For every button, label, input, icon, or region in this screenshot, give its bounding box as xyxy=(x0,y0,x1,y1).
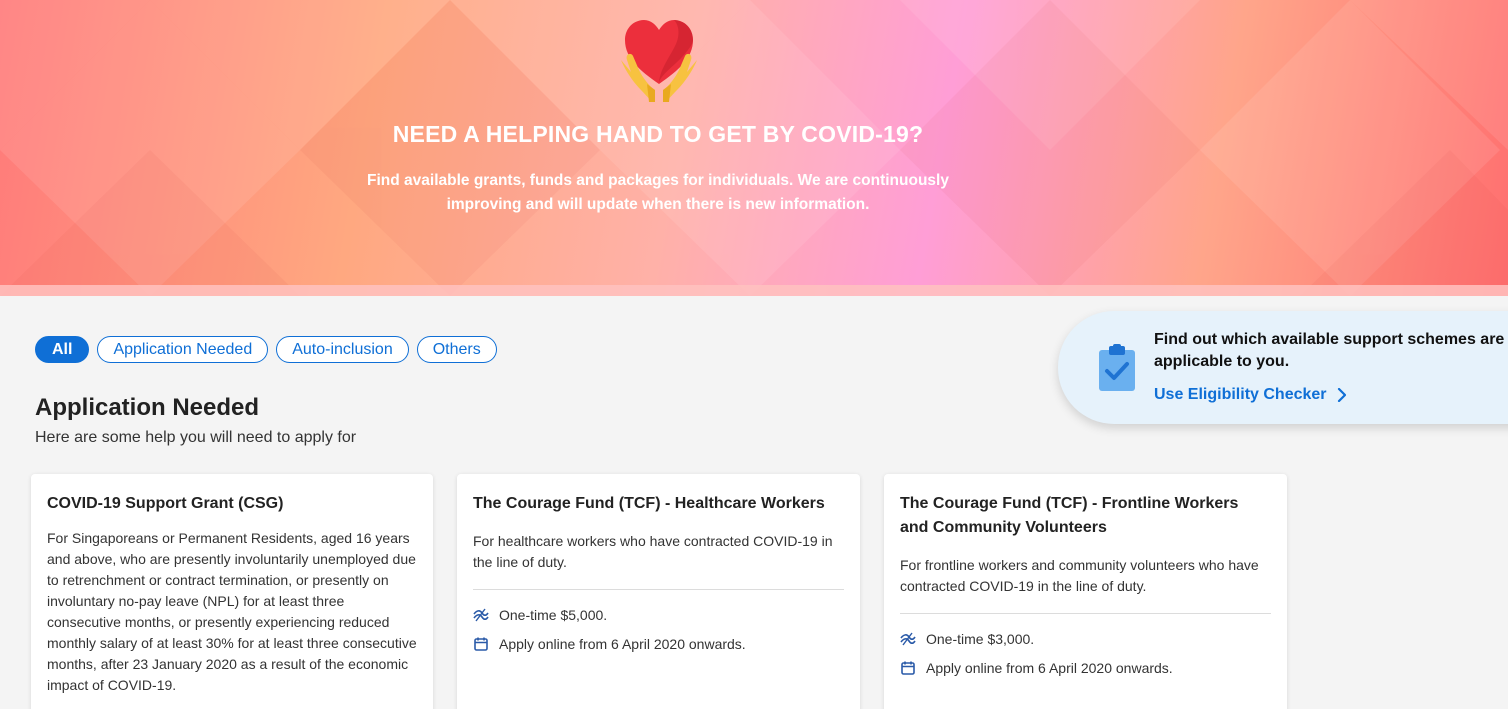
clipboard-check-icon xyxy=(1099,344,1135,391)
card-apply-row: Apply online from 6 April 2020 onwards. xyxy=(473,629,844,658)
card-description: For healthcare workers who have contract… xyxy=(473,533,833,570)
eligibility-text: Find out which available support schemes… xyxy=(1154,331,1505,370)
section-subtitle: Here are some help you will need to appl… xyxy=(35,429,357,446)
eligibility-link-label: Use Eligibility Checker xyxy=(1154,386,1327,403)
card-apply-row: Apply online from 6 April 2020 onwards. xyxy=(900,653,1271,682)
chevron-right-icon xyxy=(1337,388,1346,402)
filter-chip-others[interactable]: Others xyxy=(416,336,497,363)
card-amount: One-time $5,000. xyxy=(499,606,608,623)
filter-chip-application-needed[interactable]: Application Needed xyxy=(97,336,269,363)
filter-chip-auto-inclusion[interactable]: Auto-inclusion xyxy=(276,336,409,363)
calendar-icon xyxy=(901,661,915,675)
card-title: COVID-19 Support Grant (CSG) xyxy=(47,495,284,512)
hero-pattern xyxy=(0,0,1508,296)
section-title: Application Needed xyxy=(35,394,260,421)
heart-hands-icon xyxy=(621,20,697,102)
card-amount-row: One-time $3,000. xyxy=(900,624,1271,653)
card-apply-date: Apply online from 6 April 2020 onwards. xyxy=(499,635,746,652)
card-amount: One-time $3,000. xyxy=(926,630,1035,647)
calendar-icon xyxy=(474,637,488,651)
card-divider xyxy=(900,613,1271,614)
card-divider xyxy=(473,589,844,590)
card-description: For frontline workers and community volu… xyxy=(900,557,1259,594)
money-icon xyxy=(473,608,489,621)
scheme-card[interactable]: COVID-19 Support Grant (CSG) For Singapo… xyxy=(31,474,433,709)
card-title: The Courage Fund (TCF) - Frontline Worke… xyxy=(900,495,1239,536)
hero-subtitle: Find available grants, funds and package… xyxy=(367,172,949,213)
card-amount-row: One-time $5,000. xyxy=(473,600,844,629)
hero-bottom-strip xyxy=(0,285,1508,296)
scheme-card[interactable]: The Courage Fund (TCF) - Healthcare Work… xyxy=(457,474,860,709)
money-icon xyxy=(900,632,916,645)
card-apply-date: Apply online from 6 April 2020 onwards. xyxy=(926,659,1173,676)
filter-chip-all[interactable]: All xyxy=(35,336,90,363)
scheme-card[interactable]: The Courage Fund (TCF) - Frontline Worke… xyxy=(884,474,1287,709)
eligibility-checker-link[interactable]: Use Eligibility Checker xyxy=(1154,386,1346,404)
hero-title: NEED A HELPING HAND TO GET BY COVID-19? xyxy=(392,121,924,147)
filter-chips: All Application Needed Auto-inclusion Ot… xyxy=(35,336,497,363)
hero-banner: NEED A HELPING HAND TO GET BY COVID-19? … xyxy=(0,0,1508,296)
eligibility-panel: Find out which available support schemes… xyxy=(1058,311,1508,424)
card-title: The Courage Fund (TCF) - Healthcare Work… xyxy=(473,495,825,512)
card-description: For Singaporeans or Permanent Residents,… xyxy=(47,530,417,693)
